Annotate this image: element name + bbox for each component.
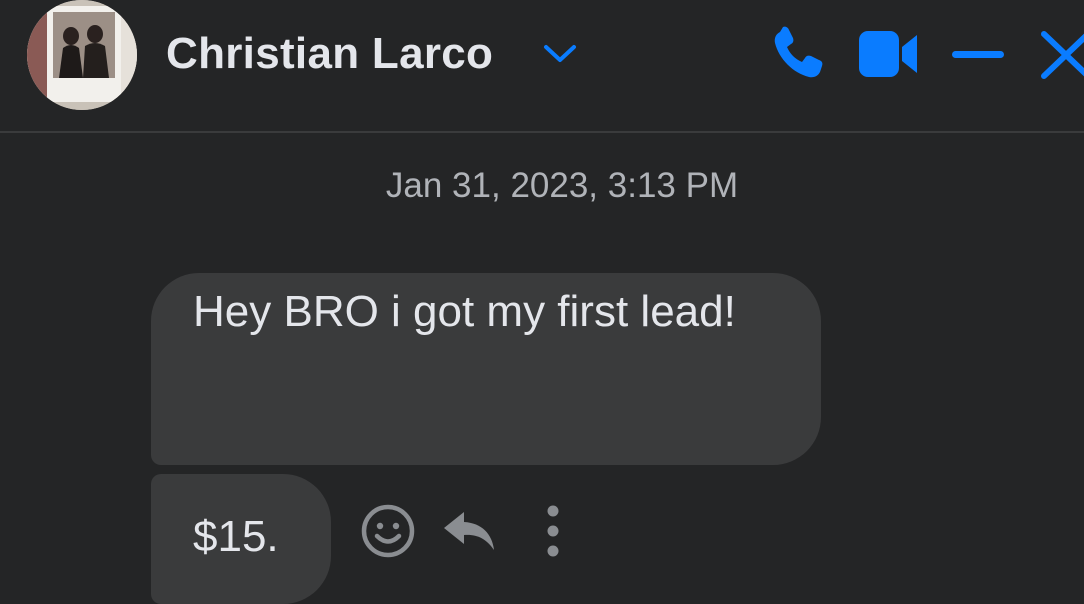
chat-header: Christian Larco xyxy=(0,0,1084,133)
react-emoji-icon[interactable] xyxy=(360,503,416,559)
minimize-icon[interactable] xyxy=(950,48,1006,62)
video-camera-icon[interactable] xyxy=(857,29,921,79)
message-bubble[interactable]: Hey BRO i got my first lead! xyxy=(151,273,821,465)
avatar[interactable] xyxy=(27,0,137,110)
reply-icon[interactable] xyxy=(440,508,498,552)
close-icon[interactable] xyxy=(1038,28,1084,80)
more-options-icon[interactable] xyxy=(540,504,566,558)
avatar-photo xyxy=(27,0,137,110)
message-bubble[interactable]: $15. xyxy=(151,474,331,604)
message-timestamp: Jan 31, 2023, 3:13 PM xyxy=(385,166,739,205)
message-text: Hey BRO i got my first lead! xyxy=(193,287,736,336)
message-text: $15. xyxy=(193,512,279,561)
contact-name[interactable]: Christian Larco xyxy=(166,27,493,81)
chevron-down-icon[interactable] xyxy=(541,40,579,68)
phone-icon[interactable] xyxy=(770,26,830,82)
